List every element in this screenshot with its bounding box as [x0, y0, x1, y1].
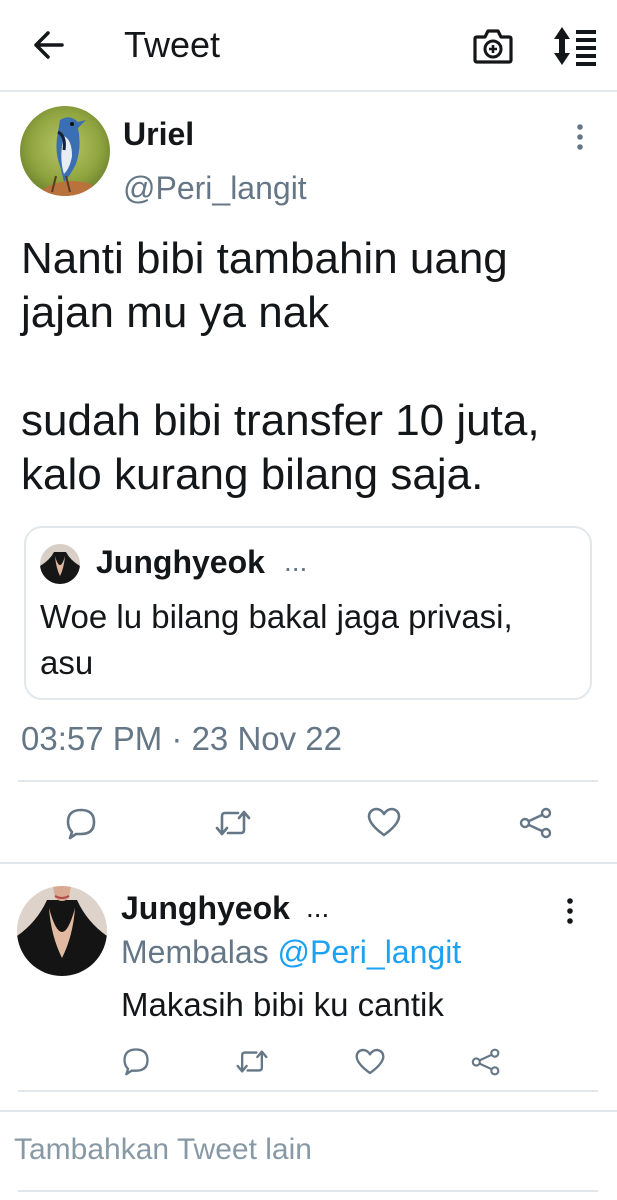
share-button[interactable]: [518, 806, 554, 845]
share-icon: [471, 1048, 500, 1076]
top-app-bar: Tweet: [0, 0, 617, 92]
quote-author-ellipsis: ...: [284, 546, 308, 577]
quote-author-avatar: [40, 544, 80, 584]
reply-like-button[interactable]: [354, 1047, 386, 1081]
divider: [18, 1090, 598, 1092]
sort-button[interactable]: [552, 24, 598, 68]
comment-icon: [123, 1048, 149, 1076]
portrait-avatar-image: [17, 886, 107, 976]
divider: [0, 1110, 617, 1112]
retweet-button[interactable]: [214, 808, 252, 843]
tweet-text-paragraph: sudah bibi transfer 10 juta, kalo kurang…: [21, 396, 540, 499]
author-handle[interactable]: @Peri_langit: [123, 168, 307, 208]
reply-author-ellipsis: ...: [306, 892, 330, 923]
compose-underline: [18, 1190, 598, 1192]
divider: [0, 862, 617, 864]
camera-plus-icon: [473, 29, 513, 64]
quoted-tweet-card[interactable]: Junghyeok ... Woe lu bilang bakal jaga p…: [24, 526, 592, 700]
reply-author-name[interactable]: Junghyeok: [121, 888, 290, 928]
replying-to-handle-link[interactable]: @Peri_langit: [278, 934, 462, 970]
reply-author-avatar[interactable]: [17, 886, 107, 976]
more-vertical-icon: [577, 124, 583, 150]
page-title: Tweet: [124, 24, 221, 65]
retweet-icon: [215, 810, 251, 836]
share-icon: [519, 807, 552, 839]
tweet-text: Nanti bibi tambahin uang jajan mu ya nak…: [21, 232, 601, 502]
author-avatar[interactable]: [20, 106, 110, 196]
quote-text: Woe lu bilang bakal jaga privasi, asu: [40, 598, 513, 681]
quote-author-name: Junghyeok: [96, 544, 265, 580]
screenshot-button[interactable]: [472, 26, 514, 66]
heart-icon: [355, 1048, 385, 1075]
portrait-avatar-image: [40, 544, 80, 584]
reply-text: Makasih bibi ku cantik: [121, 986, 444, 1023]
add-another-tweet-input[interactable]: Tambahkan Tweet lain: [14, 1130, 312, 1170]
tweet-more-button[interactable]: [573, 122, 587, 152]
arrow-left-icon: [34, 31, 64, 59]
author-name[interactable]: Uriel: [123, 114, 194, 154]
replying-to: Membalas @Peri_langit: [121, 932, 461, 972]
like-button[interactable]: [366, 806, 402, 843]
retweet-icon: [236, 1050, 268, 1073]
tweet-text-paragraph: Nanti bibi tambahin uang jajan mu ya nak: [21, 234, 508, 337]
replying-to-prefix: Membalas: [121, 934, 269, 970]
blue-jay-avatar-image: [20, 106, 110, 196]
sort-lines-icon: [554, 27, 596, 66]
comment-icon: [66, 808, 96, 840]
reply-button[interactable]: [64, 806, 98, 845]
divider: [18, 780, 598, 782]
reply-share-button[interactable]: [470, 1047, 502, 1082]
reply-reply-button[interactable]: [121, 1046, 151, 1081]
tweet-timestamp[interactable]: 03:57 PM · 23 Nov 22: [21, 718, 342, 760]
more-vertical-icon: [567, 898, 573, 924]
reply-more-button[interactable]: [563, 896, 577, 926]
reply-retweet-button[interactable]: [235, 1048, 269, 1080]
heart-icon: [367, 807, 401, 837]
back-button[interactable]: [30, 26, 68, 64]
